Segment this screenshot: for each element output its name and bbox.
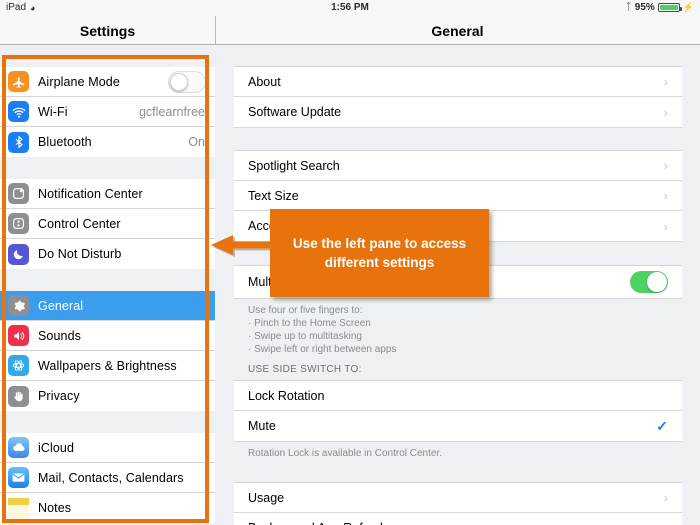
page-title: General [431, 22, 484, 39]
sidebar-title: Settings [79, 22, 136, 39]
chevron-right-icon: › [664, 522, 668, 525]
sidebar-item-sounds[interactable]: Sounds [0, 321, 215, 351]
settings-group-side-switch: Lock Rotation Mute ✓ [234, 380, 682, 442]
row-about[interactable]: About › [234, 67, 682, 97]
sidebar-item-bluetooth[interactable]: Bluetooth On [0, 127, 215, 157]
nav-bar: Settings General [0, 16, 700, 45]
wallpaper-icon [8, 355, 29, 376]
status-bar-time: 1:56 PM [331, 2, 369, 13]
row-usage[interactable]: Usage › [234, 483, 682, 513]
sidebar-item-label: General [38, 298, 84, 313]
sidebar-item-label: Do Not Disturb [38, 247, 122, 261]
battery-percent: 95% [634, 2, 655, 13]
sidebar-item-do-not-disturb[interactable]: Do Not Disturb [0, 239, 215, 269]
row-text-size[interactable]: Text Size › [234, 181, 682, 211]
mail-icon [8, 467, 29, 488]
sidebar-item-label: Wi-Fi [38, 104, 68, 119]
notification-center-icon [8, 183, 29, 204]
chevron-right-icon: › [663, 104, 668, 120]
status-bar-right: ᛏ 95% ⚡ [626, 2, 694, 13]
row-label: Lock Rotation [248, 388, 325, 403]
gear-icon [8, 295, 29, 316]
sidebar-item-label: Wallpapers & Brightness [38, 358, 177, 373]
sidebar-item-icloud[interactable]: iCloud [0, 433, 215, 463]
airplane-mode-toggle[interactable] [168, 70, 206, 93]
row-label: Software Update [248, 105, 342, 119]
control-center-icon [8, 213, 29, 234]
sidebar-item-label: Privacy [38, 389, 80, 403]
sidebar-item-control-center[interactable]: Control Center [0, 209, 215, 239]
row-software-update[interactable]: Software Update › [234, 97, 682, 127]
sidebar-item-notes[interactable]: Notes [0, 493, 215, 523]
row-mute[interactable]: Mute ✓ [234, 411, 682, 441]
wifi-icon [8, 101, 29, 122]
bluetooth-state-value: On [188, 135, 205, 149]
wifi-network-value: gcflearnfree [138, 104, 205, 119]
sidebar-item-wifi[interactable]: Wi-Fi gcflearnfree [0, 97, 215, 127]
row-label: Background App Refresh [248, 521, 387, 525]
settings-group-about: About › Software Update › [234, 66, 682, 128]
sidebar-item-wallpapers-brightness[interactable]: Wallpapers & Brightness [0, 351, 215, 381]
bluetooth-icon [8, 131, 29, 153]
sidebar-item-mail-contacts-calendars[interactable]: Mail, Contacts, Calendars [0, 463, 215, 493]
multitasking-footer-text: Use four or five fingers to: · Pinch to … [248, 305, 397, 355]
sidebar-item-label: Control Center [38, 216, 121, 231]
sidebar-group-connectivity: Airplane Mode Wi-Fi gcflearnfree Bluetoo… [0, 67, 215, 157]
sidebar-item-privacy[interactable]: Privacy [0, 381, 215, 411]
sidebar-item-label: Airplane Mode [38, 74, 120, 89]
row-label: Spotlight Search [248, 158, 340, 173]
sidebar-item-label: Sounds [38, 328, 81, 343]
chevron-right-icon: › [663, 74, 668, 89]
multitasking-gestures-toggle[interactable] [630, 271, 668, 293]
airplane-icon [8, 71, 29, 92]
sidebar-group-centers: Notification Center Control Center Do No… [0, 179, 215, 269]
checkmark-icon: ✓ [656, 417, 668, 434]
moon-icon [8, 243, 29, 265]
cloud-icon [8, 437, 29, 458]
sidebar-item-label: Notification Center [38, 186, 143, 201]
sidebar-item-label: Bluetooth [38, 135, 92, 149]
notes-icon [8, 497, 29, 519]
ipad-settings-screen: iPad ◕ 1:56 PM ᛏ 95% ⚡ Settings General … [0, 0, 700, 525]
sidebar-item-notification-center[interactable]: Notification Center [0, 179, 215, 209]
row-lock-rotation[interactable]: Lock Rotation [234, 381, 682, 411]
row-label: Mute [248, 419, 276, 433]
sidebar-item-general[interactable]: General [0, 291, 215, 321]
settings-sidebar[interactable]: Airplane Mode Wi-Fi gcflearnfree Bluetoo… [0, 46, 215, 525]
row-label: Usage [248, 490, 285, 505]
sidebar-item-airplane-mode[interactable]: Airplane Mode [0, 67, 215, 97]
annotation-callout-text: Use the left pane to access different se… [292, 236, 467, 270]
sidebar-item-label: Mail, Contacts, Calendars [38, 470, 184, 485]
sidebar-item-label: Notes [38, 501, 72, 515]
chevron-right-icon: › [663, 188, 668, 203]
bluetooth-icon: ᛏ [625, 2, 632, 13]
row-label: Text Size [248, 188, 299, 203]
battery-icon [657, 3, 682, 12]
speaker-icon [8, 325, 29, 346]
rotation-footer-text: Rotation Lock is available in Control Ce… [248, 448, 442, 459]
row-label: About [248, 74, 281, 89]
sidebar-group-accounts: iCloud Mail, Contacts, Calendars Notes [0, 433, 215, 523]
hand-icon [8, 385, 29, 407]
plug-icon: ⚡ [682, 2, 694, 12]
chevron-right-icon: › [663, 490, 668, 505]
left-arrow-icon [211, 235, 273, 257]
status-bar: iPad ◕ 1:56 PM ᛏ 95% ⚡ [0, 0, 700, 16]
sidebar-item-label: iCloud [38, 440, 75, 455]
sidebar-group-device: General Sounds Wallpapers & Brightness P… [0, 291, 215, 411]
chevron-right-icon: › [663, 218, 668, 234]
settings-group-usage: Usage › Background App Refresh › [234, 482, 682, 525]
side-switch-section-header: USE SIDE SWITCH TO: [248, 364, 362, 375]
annotation-callout: Use the left pane to access different se… [270, 209, 489, 297]
row-background-app-refresh[interactable]: Background App Refresh › [234, 513, 682, 525]
row-spotlight-search[interactable]: Spotlight Search › [234, 151, 682, 181]
chevron-right-icon: › [663, 158, 668, 173]
